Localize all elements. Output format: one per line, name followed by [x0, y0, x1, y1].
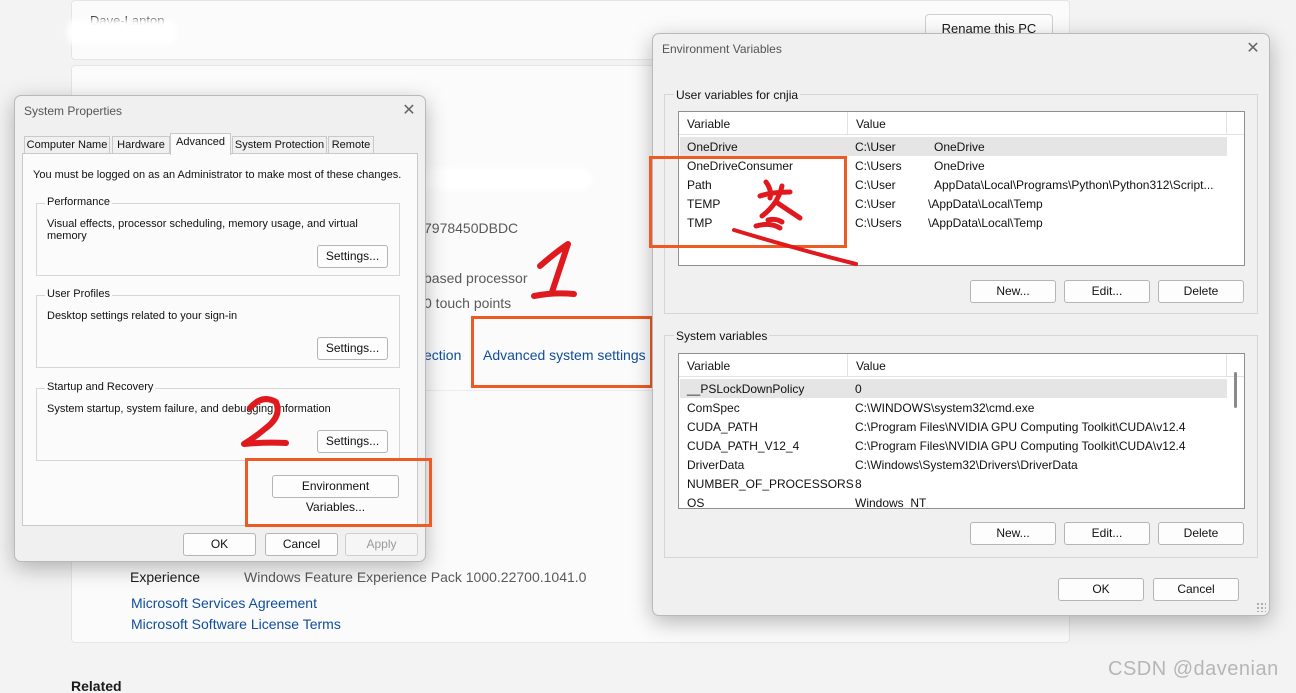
- experience-value: Windows Feature Experience Pack 1000.227…: [244, 569, 587, 585]
- variable-value: C:\User: [855, 178, 896, 192]
- list-item[interactable]: NUMBER_OF_PROCESSORS 8: [680, 474, 1227, 493]
- system-delete-button[interactable]: Delete: [1158, 522, 1244, 545]
- user-edit-button[interactable]: Edit...: [1064, 280, 1150, 303]
- watermark: CSDN @davenian: [1108, 658, 1279, 680]
- user-new-button[interactable]: New...: [970, 280, 1056, 303]
- list-header: Variable Value: [679, 354, 1244, 377]
- user-profiles-group: User Profiles Desktop settings related t…: [36, 288, 400, 368]
- close-icon[interactable]: ✕: [398, 100, 420, 122]
- experience-label: Experience: [130, 569, 201, 585]
- redaction-blur: [412, 168, 592, 190]
- admin-note: You must be logged on as an Administrato…: [33, 169, 402, 181]
- variable-value: C:\WINDOWS\system32\cmd.exe: [855, 401, 1035, 415]
- variable-value: C:\Program Files\NVIDIA GPU Computing To…: [855, 439, 1186, 453]
- column-separator: [1226, 354, 1227, 377]
- performance-label: Performance: [45, 196, 112, 208]
- column-separator: [847, 354, 848, 377]
- variable-value-tail: \AppData\Local\Temp: [928, 197, 1043, 211]
- highlight-advanced-settings: [471, 316, 653, 388]
- variable-name: __PSLockDownPolicy: [687, 382, 805, 396]
- variable-name: ComSpec: [687, 401, 740, 415]
- device-id-partial: 7978450DBDC: [424, 220, 519, 236]
- apply-button[interactable]: Apply: [345, 533, 418, 556]
- variable-value: C:\Program Files\NVIDIA GPU Computing To…: [855, 420, 1186, 434]
- close-icon[interactable]: ✕: [1242, 38, 1264, 60]
- cancel-button[interactable]: Cancel: [265, 533, 338, 556]
- variable-name: CUDA_PATH_V12_4: [687, 439, 800, 453]
- variable-name: OneDrive: [687, 140, 738, 154]
- column-separator: [847, 112, 848, 135]
- services-agreement-link[interactable]: Microsoft Services Agreement: [131, 595, 317, 611]
- resize-grip-icon[interactable]: [1256, 602, 1266, 612]
- variable-value-tail: OneDrive: [934, 140, 985, 154]
- system-variables-label: System variables: [674, 329, 770, 343]
- variable-value: Windows_NT: [855, 496, 927, 509]
- list-header: Variable Value: [679, 112, 1244, 135]
- column-separator: [1226, 112, 1227, 135]
- tab-remote[interactable]: Remote: [328, 136, 374, 154]
- variable-value: C:\Users: [855, 216, 902, 230]
- performance-group: Performance Visual effects, processor sc…: [36, 196, 400, 276]
- column-variable[interactable]: Variable: [687, 117, 730, 131]
- column-value[interactable]: Value: [856, 117, 886, 131]
- related-heading: Related: [71, 678, 122, 693]
- processor-partial: based processor: [424, 270, 528, 286]
- system-edit-button[interactable]: Edit...: [1064, 522, 1150, 545]
- redaction-blur: [67, 19, 177, 45]
- list-item[interactable]: ComSpec C:\WINDOWS\system32\cmd.exe: [680, 398, 1227, 417]
- system-variables-list[interactable]: Variable Value __PSLockDownPolicy 0 ComS…: [678, 353, 1245, 509]
- dialog-title: System Properties: [24, 104, 123, 118]
- variable-name: NUMBER_OF_PROCESSORS: [687, 477, 854, 491]
- list-item[interactable]: OneDrive C:\User OneDrive: [680, 137, 1227, 156]
- list-item[interactable]: OS Windows_NT: [680, 493, 1227, 509]
- startup-recovery-settings-button[interactable]: Settings...: [317, 430, 388, 453]
- list-item[interactable]: CUDA_PATH_V12_4 C:\Program Files\NVIDIA …: [680, 436, 1227, 455]
- variable-name: DriverData: [687, 458, 745, 472]
- user-profiles-label: User Profiles: [45, 288, 112, 300]
- variable-value-tail: \AppData\Local\Temp: [928, 216, 1043, 230]
- variable-value-tail: OneDrive: [934, 159, 985, 173]
- variable-value: C:\User: [855, 197, 896, 211]
- performance-desc: Visual effects, processor scheduling, me…: [47, 218, 358, 242]
- list-item[interactable]: CUDA_PATH C:\Program Files\NVIDIA GPU Co…: [680, 417, 1227, 436]
- variable-name: OS: [687, 496, 705, 509]
- startup-recovery-group: Startup and Recovery System startup, sys…: [36, 381, 400, 461]
- list-item[interactable]: DriverData C:\Windows\System32\Drivers\D…: [680, 455, 1227, 474]
- user-variables-label: User variables for cnjia: [674, 88, 801, 102]
- vertical-scrollbar[interactable]: [1234, 372, 1237, 408]
- variable-value: 0: [855, 382, 862, 396]
- touch-partial: 0 touch points: [424, 295, 512, 311]
- system-new-button[interactable]: New...: [970, 522, 1056, 545]
- user-profiles-desc: Desktop settings related to your sign-in: [47, 310, 238, 322]
- variable-value: 8: [855, 477, 862, 491]
- cancel-button[interactable]: Cancel: [1153, 578, 1239, 601]
- dialog-title: Environment Variables: [662, 42, 782, 56]
- variable-value: C:\Windows\System32\Drivers\DriverData: [855, 458, 1078, 472]
- user-delete-button[interactable]: Delete: [1158, 280, 1244, 303]
- license-terms-link[interactable]: Microsoft Software License Terms: [131, 616, 341, 632]
- startup-recovery-desc: System startup, system failure, and debu…: [47, 403, 331, 415]
- column-variable[interactable]: Variable: [687, 359, 730, 373]
- environment-variables-dialog: Environment Variables ✕ User variables f…: [652, 33, 1270, 616]
- highlight-path-variable: [649, 156, 847, 248]
- variable-value: C:\Users: [855, 159, 902, 173]
- tab-advanced[interactable]: Advanced: [170, 133, 231, 155]
- tab-hardware[interactable]: Hardware: [112, 136, 170, 154]
- startup-recovery-label: Startup and Recovery: [45, 381, 156, 393]
- column-value[interactable]: Value: [856, 359, 886, 373]
- list-item[interactable]: __PSLockDownPolicy 0: [680, 379, 1227, 398]
- ok-button[interactable]: OK: [183, 533, 256, 556]
- tab-computer-name[interactable]: Computer Name: [24, 136, 110, 154]
- system-protection-link-partial[interactable]: ection: [424, 347, 461, 363]
- user-profiles-settings-button[interactable]: Settings...: [317, 337, 388, 360]
- performance-settings-button[interactable]: Settings...: [317, 245, 388, 268]
- highlight-environment-variables: [245, 458, 432, 527]
- variable-value: C:\User: [855, 140, 896, 154]
- tab-system-protection[interactable]: System Protection: [232, 136, 327, 154]
- variable-value-tail: AppData\Local\Programs\Python\Python312\…: [934, 178, 1214, 192]
- ok-button[interactable]: OK: [1058, 578, 1144, 601]
- variable-name: CUDA_PATH: [687, 420, 758, 434]
